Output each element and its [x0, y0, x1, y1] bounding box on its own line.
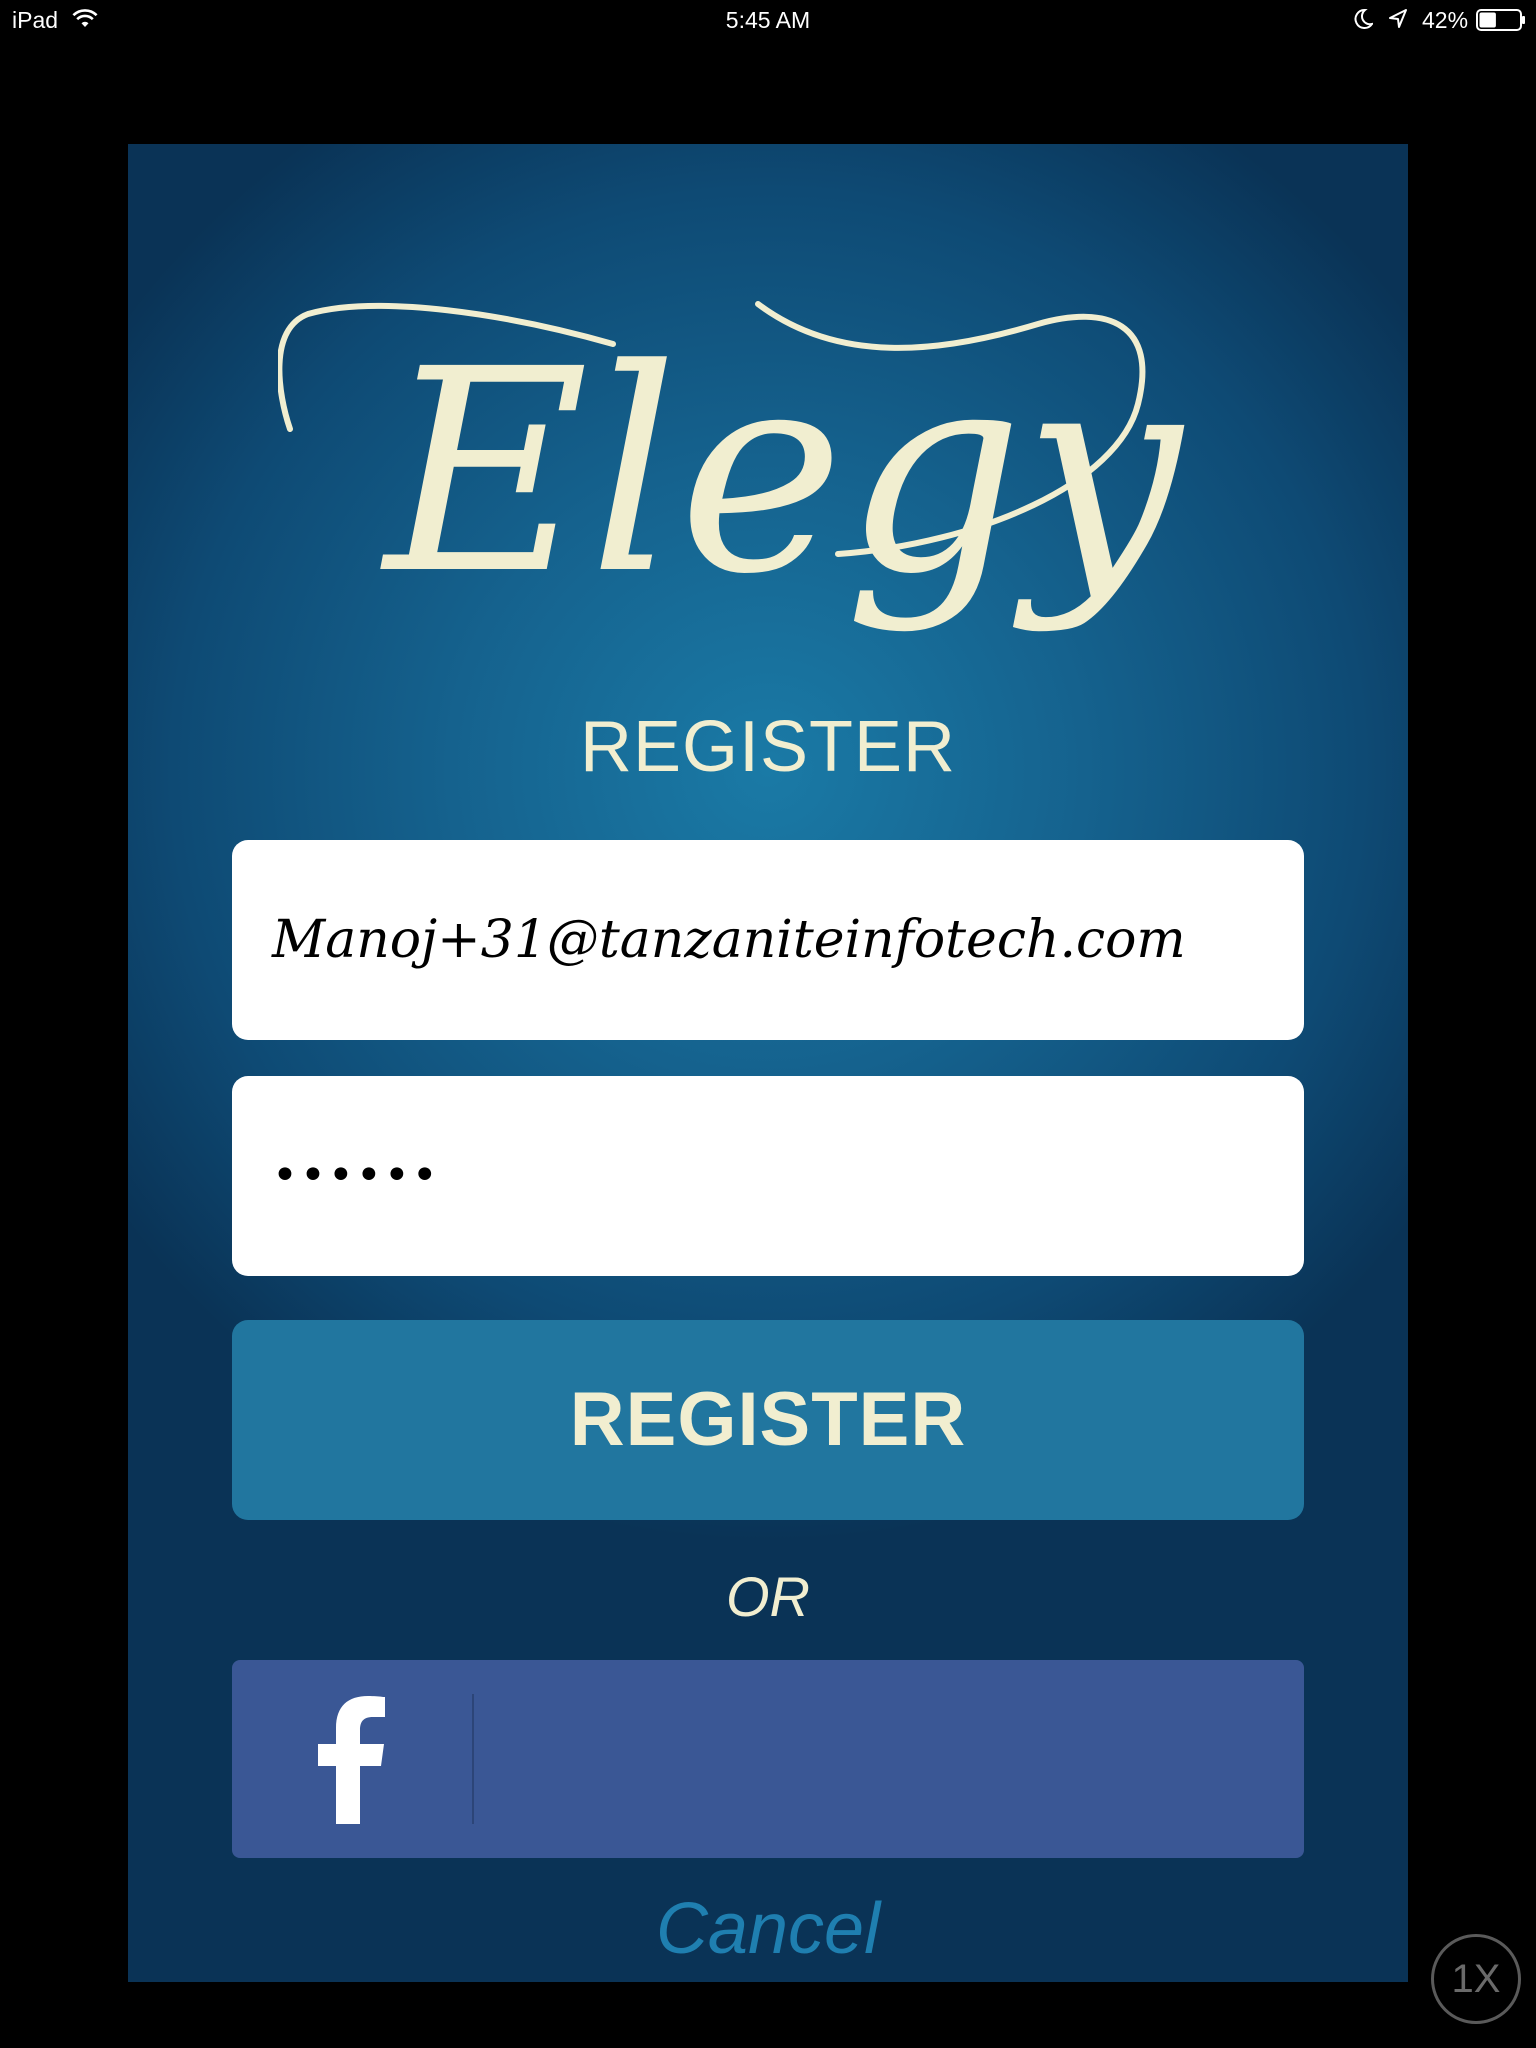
password-field[interactable]: ••••••	[232, 1076, 1304, 1276]
cancel-button[interactable]: Cancel	[128, 1888, 1408, 1970]
elegy-logo: Elegy	[276, 254, 1278, 714]
facebook-divider	[472, 1694, 474, 1824]
facebook-icon	[314, 1694, 386, 1824]
password-value: ••••••	[272, 1150, 440, 1201]
app-screen: iPad 5:45 AM 42% Elegy REGISTER Manoj+31…	[0, 0, 1536, 2048]
or-separator: OR	[726, 1565, 810, 1628]
register-panel: Elegy REGISTER Manoj+31@tanzaniteinfotec…	[128, 144, 1408, 1982]
register-button[interactable]: REGISTER	[232, 1320, 1304, 1520]
register-heading: REGISTER	[579, 707, 957, 787]
moon-icon	[1353, 8, 1375, 36]
battery-percent: 42%	[1422, 7, 1469, 33]
status-time: 5:45 AM	[725, 7, 811, 33]
facebook-login-button[interactable]	[232, 1660, 1304, 1858]
location-arrow-icon	[1388, 8, 1408, 36]
email-field[interactable]: Manoj+31@tanzaniteinfotech.com	[232, 840, 1304, 1040]
battery-icon	[1476, 9, 1526, 37]
logo-text: Elegy	[380, 310, 1185, 636]
email-value: Manoj+31@tanzaniteinfotech.com	[272, 910, 1186, 970]
zoom-indicator[interactable]: 1X	[1431, 1934, 1521, 2024]
status-bar: iPad 5:45 AM 42%	[0, 0, 1536, 40]
